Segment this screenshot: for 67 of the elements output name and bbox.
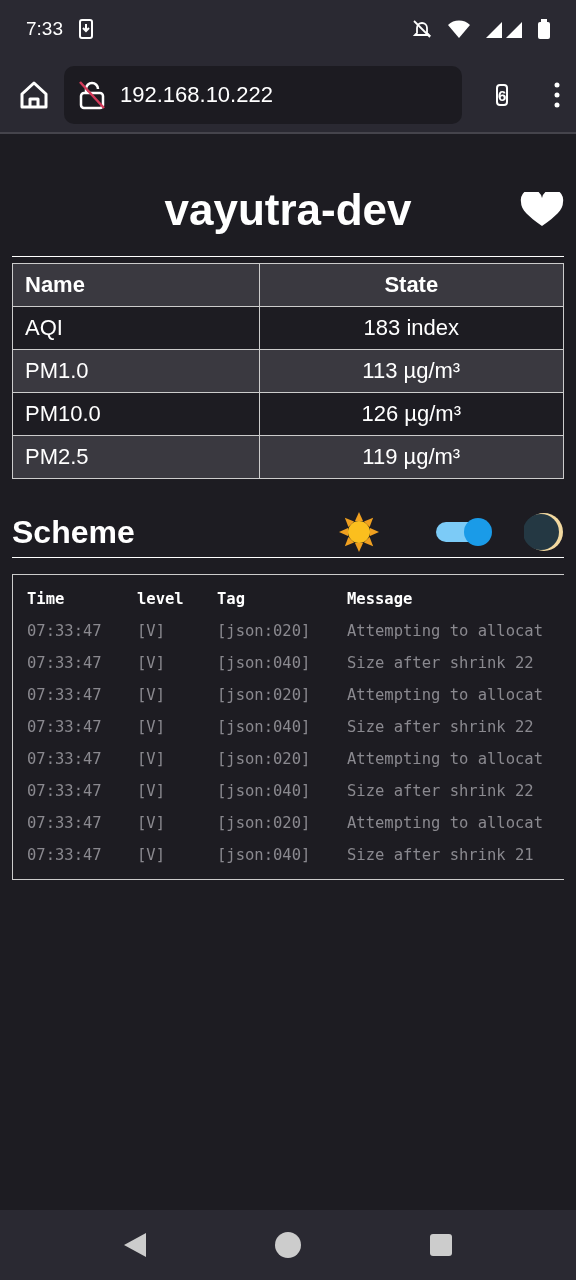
heart-icon [520, 192, 564, 228]
home-button[interactable] [18, 79, 50, 111]
log-time: 07:33:47 [27, 622, 103, 640]
table-cell: PM10.0 [12, 392, 260, 436]
log-time: 07:33:47 [27, 782, 103, 800]
table-cell: 183 index [259, 306, 564, 350]
log-level: [V] [137, 686, 166, 704]
download-icon [79, 19, 93, 39]
log-message: Size after shrink 22 [347, 718, 535, 736]
log-message: Size after shrink 22 [347, 782, 535, 800]
sun-icon [338, 511, 380, 553]
column-header: Name [12, 263, 260, 307]
log-message: Size after shrink 21 [347, 846, 535, 864]
signal-icon [486, 20, 522, 38]
log-tag: [json:020] [217, 750, 347, 768]
not-secure-lock-icon [78, 80, 106, 110]
log-level: [V] [137, 718, 166, 736]
home-button[interactable] [275, 1232, 301, 1258]
log-time: 07:33:47 [27, 718, 103, 736]
log-level: [V] [137, 814, 166, 832]
log-tag: [json:040] [217, 654, 347, 672]
scheme-toggle[interactable] [436, 518, 492, 546]
log-message: Attempting to allocat [347, 686, 544, 704]
wifi-icon [448, 20, 470, 38]
log-time: 07:33:47 [27, 846, 103, 864]
address-bar[interactable]: 192.168.10.222 [64, 66, 462, 124]
battery-icon [538, 19, 550, 39]
table-cell: 126 µg/m³ [259, 392, 564, 436]
log-tag: [json:040] [217, 846, 347, 864]
column-header: Time [27, 590, 66, 608]
log-level: [V] [137, 846, 166, 864]
section-title: Scheme [12, 513, 136, 551]
clock-time: 7:33 [26, 18, 63, 40]
log-tag: [json:040] [217, 782, 347, 800]
table-cell: 113 µg/m³ [259, 349, 564, 393]
column-header: level [137, 590, 185, 608]
moon-icon [524, 512, 564, 552]
log-message: Attempting to allocat [347, 750, 544, 768]
tab-count-button[interactable]: 6 [496, 84, 509, 106]
table-cell: 119 µg/m³ [259, 435, 564, 479]
log-level: [V] [137, 622, 166, 640]
table-cell: PM1.0 [12, 349, 260, 393]
menu-button[interactable] [554, 82, 561, 108]
log-message: Attempting to allocat [347, 622, 544, 640]
log-time: 07:33:47 [27, 654, 103, 672]
log-time: 07:33:47 [27, 686, 103, 704]
log-tag: [json:020] [217, 686, 347, 704]
column-header: State [259, 263, 564, 307]
column-header: Message [347, 590, 414, 608]
table-cell: AQI [12, 306, 260, 350]
bell-off-icon [412, 19, 432, 39]
column-header: Tag [217, 590, 246, 608]
log-tag: [json:020] [217, 814, 347, 832]
log-tag: [json:040] [217, 718, 347, 736]
log-level: [V] [137, 782, 166, 800]
log-level: [V] [137, 654, 166, 672]
recents-button[interactable] [429, 1234, 452, 1256]
log-time: 07:33:47 [27, 814, 103, 832]
table-cell: PM2.5 [12, 435, 260, 479]
log-message: Size after shrink 22 [347, 654, 535, 672]
url-text: 192.168.10.222 [120, 82, 273, 108]
page-title: vayutra-dev [164, 185, 412, 235]
log-message: Attempting to allocat [347, 814, 544, 832]
log-time: 07:33:47 [27, 750, 103, 768]
back-button[interactable] [124, 1233, 147, 1257]
log-tag: [json:020] [217, 622, 347, 640]
log-level: [V] [137, 750, 166, 768]
